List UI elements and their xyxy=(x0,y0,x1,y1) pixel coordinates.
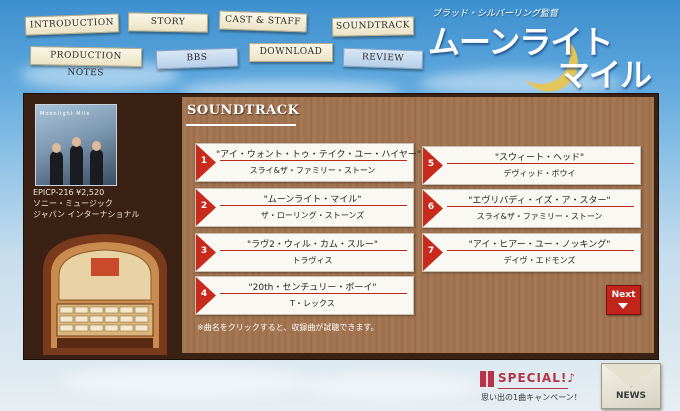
track-divider xyxy=(447,163,634,164)
cd-label-sub: ジャパン インターナショナル xyxy=(33,210,140,219)
arrow-down-icon xyxy=(618,303,628,309)
track-divider xyxy=(447,206,634,207)
jukebox-image xyxy=(35,228,175,355)
nav-story[interactable]: STORY xyxy=(127,12,209,33)
figure xyxy=(50,151,63,185)
track-number: 5 xyxy=(427,159,435,169)
listen-note: ※曲名をクリックすると、収録曲が試聴できます。 xyxy=(197,323,379,332)
nav-download[interactable]: DOWNLOAD xyxy=(249,43,333,62)
track-item[interactable]: 4 "20th・センチュリー・ボーイ" T・レックス xyxy=(195,276,414,315)
track-divider xyxy=(220,293,407,294)
track-number: 3 xyxy=(200,246,208,256)
album-cover: Moonlight Mile xyxy=(35,104,117,186)
nav-soundtrack[interactable]: SOUNDTRACK xyxy=(331,16,415,37)
track-number: 7 xyxy=(427,246,435,256)
track-item[interactable]: 3 "ラヴ2・ウィル・カム・スルー" トラヴィス xyxy=(195,233,414,272)
logo-title-line2: マイル xyxy=(558,56,652,94)
figure xyxy=(70,145,83,185)
track-title[interactable]: "ムーンライト・マイル" xyxy=(216,192,409,205)
figure-head xyxy=(72,137,81,147)
track-artist: ザ・ローリング・ストーンズ xyxy=(260,211,365,220)
special-underline xyxy=(498,388,568,389)
track-title[interactable]: "アイ・ウォント・トゥ・テイク・ユー・ハイヤー" xyxy=(216,147,421,160)
nav-production-notes[interactable]: PRODUCTION NOTES xyxy=(29,46,143,78)
news-button[interactable]: NEWS xyxy=(601,363,661,409)
cd-label: ソニー・ミュージック xyxy=(33,199,113,208)
nav-introduction[interactable]: INTRODUCTION xyxy=(24,13,120,36)
news-label: NEWS xyxy=(615,391,647,401)
track-number: 1 xyxy=(200,156,208,166)
track-artist: デヴィッド・ボウイ xyxy=(503,169,576,178)
track-item[interactable]: 6 "エヴリバディ・イズ・ア・スター" スライ&ザ・ファミリー・ストーン xyxy=(422,189,641,228)
track-number: 4 xyxy=(200,289,208,299)
track-divider xyxy=(447,250,634,251)
heading-underline xyxy=(186,124,296,126)
figure-head xyxy=(52,143,61,153)
figure-head xyxy=(92,141,101,151)
cloud xyxy=(60,365,310,399)
track-artist: スライ&ザ・ファミリー・ストーン xyxy=(249,166,376,175)
track-divider xyxy=(220,160,407,161)
track-item[interactable]: 5 "スウィート・ヘッド" デヴィッド・ボウイ xyxy=(422,146,641,185)
gift-icon xyxy=(480,371,494,387)
track-number: 6 xyxy=(427,202,435,212)
track-divider xyxy=(220,205,407,206)
cd-catalog: EPICP-216 ¥2,520 xyxy=(33,188,105,197)
track-title[interactable]: "エヴリバディ・イズ・ア・スター" xyxy=(443,193,636,206)
track-artist: トラヴィス xyxy=(292,256,333,265)
cd-info: EPICP-216 ¥2,520 ソニー・ミュージック ジャパン インターナショ… xyxy=(33,187,140,220)
section-heading: SOUNDTRACK xyxy=(187,103,300,118)
special-label: SPECIAL!♪ xyxy=(498,371,576,385)
track-item[interactable]: 7 "アイ・ヒアー・ユー・ノッキング" デイヴ・エドモンズ xyxy=(422,233,641,272)
track-artist: デイヴ・エドモンズ xyxy=(503,256,576,265)
track-title[interactable]: "ラヴ2・ウィル・カム・スルー" xyxy=(216,237,409,250)
nav-bbs[interactable]: BBS xyxy=(155,47,239,70)
track-title[interactable]: "アイ・ヒアー・ユー・ノッキング" xyxy=(443,237,636,250)
next-button-label: Next xyxy=(611,290,636,300)
figure xyxy=(90,149,103,185)
track-title[interactable]: "20th・センチュリー・ボーイ" xyxy=(216,280,409,293)
nav-review[interactable]: REVIEW xyxy=(342,47,424,70)
track-divider xyxy=(220,250,407,251)
track-artist: T・レックス xyxy=(290,299,335,308)
special-sub-label: 思い出の1曲キャンペーン！ xyxy=(481,393,582,402)
track-title[interactable]: "スウィート・ヘッド" xyxy=(443,150,636,163)
track-item[interactable]: 2 "ムーンライト・マイル" ザ・ローリング・ストーンズ xyxy=(195,188,414,227)
cloud xyxy=(300,372,480,400)
nav-cast-staff[interactable]: CAST & STAFF xyxy=(218,10,308,33)
track-item[interactable]: 1 "アイ・ウォント・トゥ・テイク・ユー・ハイヤー" スライ&ザ・ファミリー・ス… xyxy=(195,143,421,182)
track-artist: スライ&ザ・ファミリー・ストーン xyxy=(476,212,603,221)
album-cover-title: Moonlight Mile xyxy=(40,111,91,117)
next-button[interactable]: Next xyxy=(606,285,641,315)
track-number: 2 xyxy=(200,201,208,211)
envelope-icon xyxy=(602,364,660,387)
